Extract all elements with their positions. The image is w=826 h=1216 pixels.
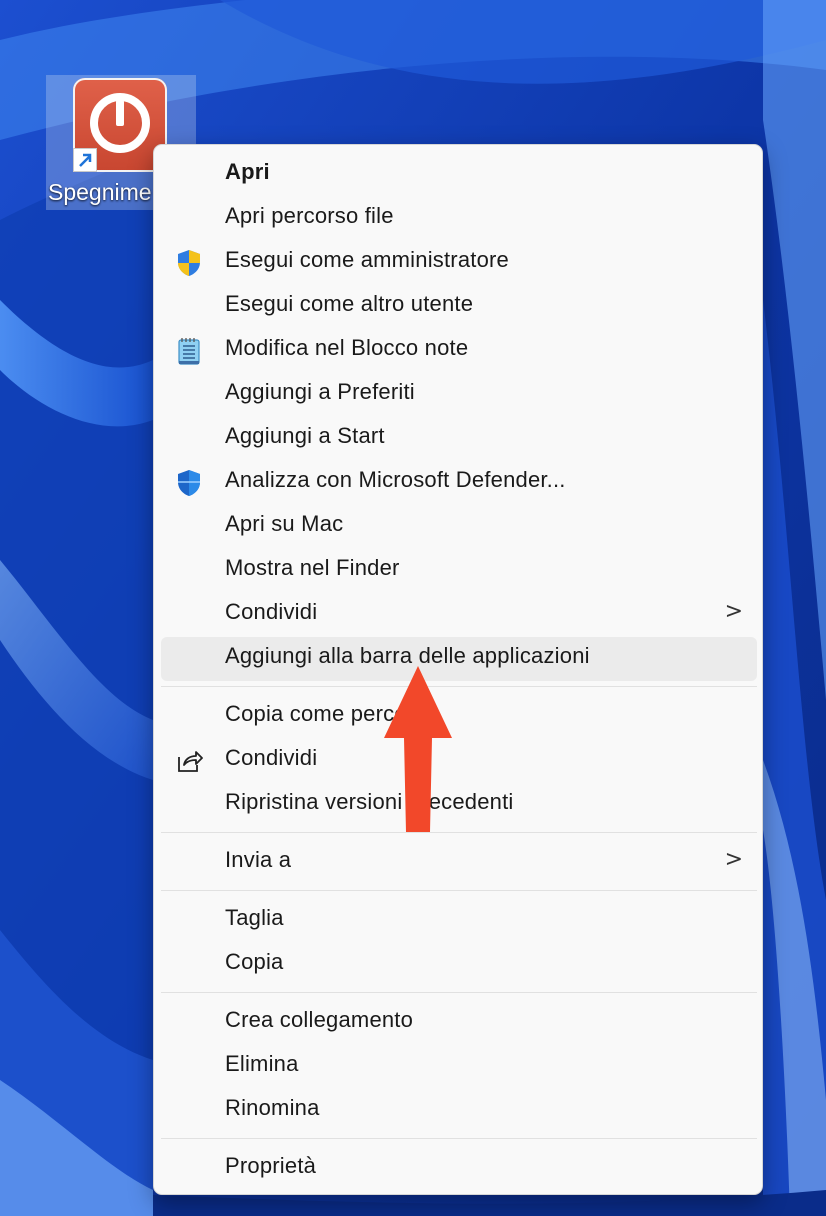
- menu-item-delete[interactable]: Elimina: [161, 1045, 757, 1089]
- menu-item-rename[interactable]: Rinomina: [161, 1089, 757, 1133]
- defender-shield-icon: [178, 470, 200, 496]
- menu-item-label: Esegui come altro utente: [225, 291, 474, 316]
- menu-item-copy-as-path[interactable]: Copia come percorso: [161, 695, 757, 739]
- menu-item-open-file-location[interactable]: Apri percorso file: [161, 197, 757, 241]
- menu-item-run-as-other-user[interactable]: Esegui come altro utente: [161, 285, 757, 329]
- menu-item-pin-to-start[interactable]: Aggiungi a Start: [161, 417, 757, 461]
- menu-separator: [161, 832, 757, 833]
- menu-item-label: Aggiungi a Start: [225, 423, 385, 448]
- menu-separator: [161, 686, 757, 687]
- menu-item-send-to[interactable]: Invia a >: [161, 841, 757, 885]
- menu-item-add-to-favorites[interactable]: Aggiungi a Preferiti: [161, 373, 757, 417]
- menu-item-label: Elimina: [225, 1051, 299, 1076]
- menu-item-label: Analizza con Microsoft Defender...: [225, 467, 566, 492]
- menu-item-label: Modifica nel Blocco note: [225, 335, 469, 360]
- menu-item-label: Invia a: [225, 847, 292, 872]
- menu-item-label: Apri percorso file: [225, 203, 394, 228]
- chevron-right-icon: >: [724, 847, 743, 872]
- menu-separator: [161, 992, 757, 993]
- chevron-right-icon: >: [724, 599, 743, 624]
- menu-item-label: Rinomina: [225, 1095, 320, 1120]
- menu-item-label: Crea collegamento: [225, 1007, 414, 1032]
- menu-item-label: Ripristina versioni precedenti: [225, 789, 514, 814]
- menu-item-label: Mostra nel Finder: [225, 555, 400, 580]
- context-menu: Apri Apri percorso file Esegui come ammi…: [153, 144, 763, 1195]
- share-icon: [178, 751, 203, 772]
- menu-item-show-in-finder[interactable]: Mostra nel Finder: [161, 549, 757, 593]
- menu-item-run-as-admin[interactable]: Esegui come amministratore: [161, 241, 757, 285]
- menu-item-label: Aggiungi a Preferiti: [225, 379, 415, 404]
- menu-item-restore-previous-versions[interactable]: Ripristina versioni precedenti: [161, 783, 757, 827]
- menu-item-label: Proprietà: [225, 1153, 317, 1178]
- menu-item-share-submenu[interactable]: Condividi >: [161, 593, 757, 637]
- menu-item-pin-to-taskbar[interactable]: Aggiungi alla barra delle applicazioni: [161, 637, 757, 681]
- menu-item-label: Condividi: [225, 599, 318, 624]
- menu-item-properties[interactable]: Proprietà: [161, 1147, 757, 1191]
- menu-item-open-on-mac[interactable]: Apri su Mac: [161, 505, 757, 549]
- desktop-icon-label: Spegnime: [48, 179, 152, 205]
- menu-item-copy[interactable]: Copia: [161, 943, 757, 987]
- menu-item-open[interactable]: Apri: [161, 153, 757, 197]
- menu-item-label: Esegui come amministratore: [225, 247, 509, 272]
- menu-item-scan-with-defender[interactable]: Analizza con Microsoft Defender...: [161, 461, 757, 505]
- menu-separator: [161, 1138, 757, 1139]
- annotation-arrow: [384, 666, 452, 832]
- menu-item-label: Apri: [225, 159, 270, 184]
- menu-item-label: Apri su Mac: [225, 511, 344, 536]
- menu-item-create-shortcut[interactable]: Crea collegamento: [161, 1001, 757, 1045]
- menu-item-share[interactable]: Condividi: [161, 739, 757, 783]
- menu-item-label: Condividi: [225, 745, 318, 770]
- menu-item-edit-in-notepad[interactable]: Modifica nel Blocco note: [161, 329, 757, 373]
- menu-separator: [161, 890, 757, 891]
- menu-item-cut[interactable]: Taglia: [161, 899, 757, 943]
- menu-item-label: Taglia: [225, 905, 284, 930]
- menu-item-label: Copia: [225, 949, 284, 974]
- shortcut-arrow-icon: [73, 148, 97, 172]
- notepad-icon: [178, 338, 200, 365]
- uac-shield-icon: [178, 250, 200, 276]
